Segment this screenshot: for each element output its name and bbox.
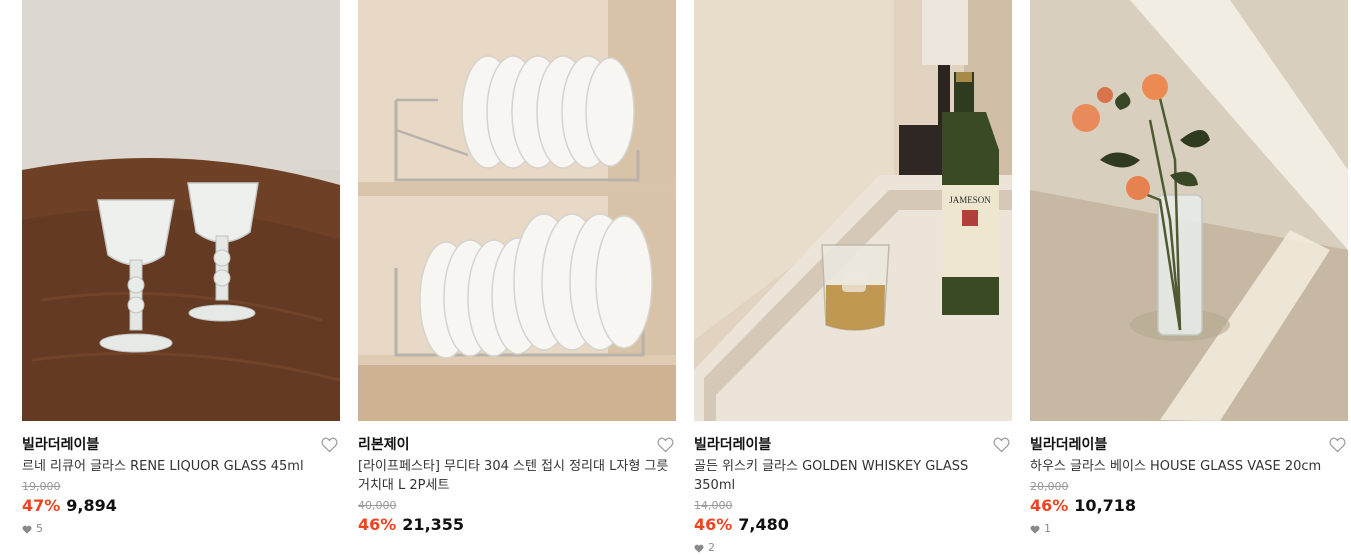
svg-text:JAMESON: JAMESON xyxy=(949,195,991,205)
like-count-value: 5 xyxy=(36,522,43,535)
heart-filled-icon xyxy=(22,525,32,534)
discount-rate: 46% xyxy=(358,515,397,534)
product-name[interactable]: 르네 리큐어 글라스 RENE LIQUOR GLASS 45ml xyxy=(22,457,340,476)
original-price: 20,000 xyxy=(1030,480,1069,493)
product-name[interactable]: 하우스 글라스 베이스 HOUSE GLASS VASE 20cm xyxy=(1030,457,1348,476)
sale-price: 9,894 xyxy=(66,496,117,515)
brand-row: 빌라더레이블 xyxy=(694,433,1012,457)
product-image-whiskey-glass[interactable]: JAMESON xyxy=(694,0,1012,421)
discount-rate: 46% xyxy=(694,515,733,534)
product-card[interactable]: JAMESON 빌라더레이블 골든 위스키 글라스 GOLDEN WHISKEY… xyxy=(694,0,1012,555)
original-price: 40,000 xyxy=(358,499,397,512)
heart-filled-icon xyxy=(1030,525,1040,534)
sale-price: 7,480 xyxy=(738,515,789,534)
heart-outline-icon[interactable] xyxy=(993,437,1010,453)
price-row: 46% 10,718 xyxy=(1030,496,1348,516)
price-row: 46% 7,480 xyxy=(694,515,1012,535)
discount-rate: 47% xyxy=(22,496,61,515)
heart-outline-icon[interactable] xyxy=(1329,437,1346,453)
product-name[interactable]: 골든 위스키 글라스 GOLDEN WHISKEY GLASS 350ml xyxy=(694,457,1012,495)
product-image-liquor-glasses[interactable] xyxy=(22,0,340,421)
like-count-value: 1 xyxy=(1044,522,1051,535)
product-card[interactable]: 빌라더레이블 하우스 글라스 베이스 HOUSE GLASS VASE 20cm… xyxy=(1030,0,1348,536)
original-price: 14,000 xyxy=(694,499,733,512)
product-image-glass-vase[interactable] xyxy=(1030,0,1348,421)
sale-price: 21,355 xyxy=(402,515,465,534)
brand-row: 빌라더레이블 xyxy=(1030,433,1348,457)
product-image-dish-rack[interactable] xyxy=(358,0,676,421)
brand-name[interactable]: 리본제이 xyxy=(358,437,410,453)
like-count: 5 xyxy=(22,522,340,536)
brand-name[interactable]: 빌라더레이블 xyxy=(694,437,771,453)
heart-filled-icon xyxy=(694,544,704,553)
product-card[interactable]: 빌라더레이블 르네 리큐어 글라스 RENE LIQUOR GLASS 45ml… xyxy=(22,0,340,536)
sale-price: 10,718 xyxy=(1074,496,1137,515)
brand-row: 빌라더레이블 xyxy=(22,433,340,457)
price-row: 46% 21,355 xyxy=(358,515,676,535)
original-price: 19,000 xyxy=(22,480,61,493)
price-row: 47% 9,894 xyxy=(22,496,340,516)
product-grid: 빌라더레이블 르네 리큐어 글라스 RENE LIQUOR GLASS 45ml… xyxy=(0,0,1351,555)
brand-name[interactable]: 빌라더레이블 xyxy=(22,437,99,453)
brand-row: 리본제이 xyxy=(358,433,676,457)
product-name[interactable]: [라이프페스타] 무디타 304 스텐 접시 정리대 L자형 그릇 거치대 L … xyxy=(358,457,676,495)
heart-outline-icon[interactable] xyxy=(321,437,338,453)
brand-name[interactable]: 빌라더레이블 xyxy=(1030,437,1107,453)
like-count: 1 xyxy=(1030,522,1348,536)
heart-outline-icon[interactable] xyxy=(657,437,674,453)
product-card[interactable]: 리본제이 [라이프페스타] 무디타 304 스텐 접시 정리대 L자형 그릇 거… xyxy=(358,0,676,535)
discount-rate: 46% xyxy=(1030,496,1069,515)
